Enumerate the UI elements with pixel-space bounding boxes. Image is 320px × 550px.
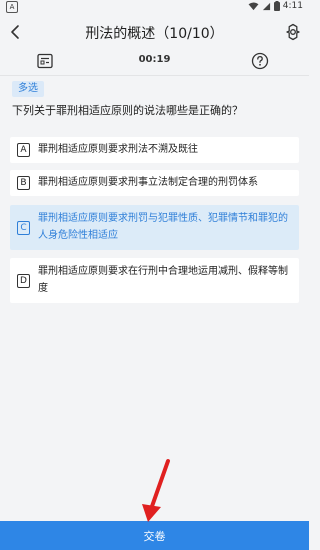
- option-letter: B: [17, 176, 30, 190]
- divider: [0, 75, 309, 76]
- option-d[interactable]: D 罪刑相适应原则要求在行刑中合理地运用减刑、假释等制度: [10, 258, 299, 303]
- question-text: 下列关于罪刑相适应原则的说法哪些是正确的？: [12, 104, 243, 117]
- help-button[interactable]: [250, 51, 270, 71]
- gear-icon: [286, 23, 300, 41]
- submit-button[interactable]: 交卷: [0, 521, 309, 550]
- wifi-icon: [248, 1, 259, 10]
- option-letter: D: [17, 274, 30, 288]
- option-a[interactable]: A 罪刑相适应原则要求刑法不溯及既往: [10, 137, 299, 163]
- battery-icon: [273, 1, 280, 11]
- question-type-badge: 多选: [12, 81, 44, 97]
- option-c[interactable]: C 罪刑相适应原则要求刑罚与犯罪性质、犯罪情节和罪犯的人身危险性相适应: [10, 205, 299, 250]
- settings-button[interactable]: [283, 21, 303, 43]
- option-text: 罪刑相适应原则要求刑罚与犯罪性质、犯罪情节和罪犯的人身危险性相适应: [38, 213, 288, 241]
- status-bar: A 4:11: [0, 0, 309, 14]
- signal-icon: [262, 2, 270, 10]
- option-letter: A: [17, 143, 30, 157]
- option-text: 罪刑相适应原则要求刑法不溯及既往: [38, 144, 198, 155]
- annotation-arrow-icon: [142, 459, 170, 522]
- app-notification-icon: A: [6, 1, 18, 13]
- option-b[interactable]: B 罪刑相适应原则要求刑事立法制定合理的刑罚体系: [10, 170, 299, 196]
- option-text: 罪刑相适应原则要求在行刑中合理地运用减刑、假释等制度: [38, 266, 288, 294]
- status-time: 4:11: [282, 1, 303, 11]
- option-letter: C: [17, 221, 30, 235]
- option-text: 罪刑相适应原则要求刑事立法制定合理的刑罚体系: [38, 177, 258, 188]
- help-icon: [251, 52, 269, 70]
- toolbar: 00:19: [0, 50, 309, 72]
- submit-label: 交卷: [143, 530, 166, 543]
- page-title: 刑法的概述（10/10）: [85, 26, 224, 42]
- header: 刑法的概述（10/10）: [0, 16, 309, 48]
